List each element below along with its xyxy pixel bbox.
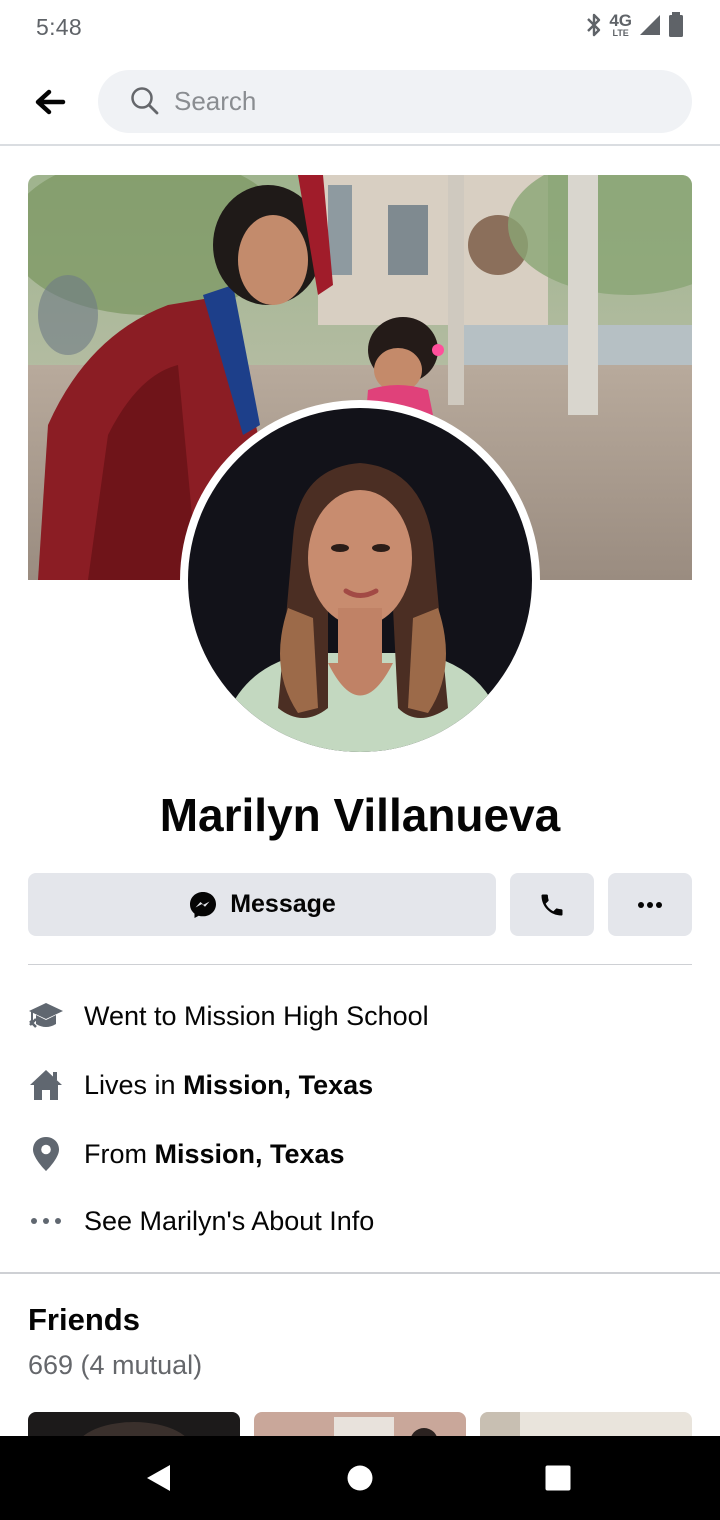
friends-title[interactable]: Friends <box>28 1302 140 1338</box>
search-input[interactable] <box>174 70 654 133</box>
phone-icon <box>541 894 563 915</box>
call-button[interactable] <box>510 873 594 936</box>
nav-back-button[interactable] <box>134 1454 182 1502</box>
profile-picture-image <box>188 408 532 752</box>
search-icon <box>131 87 159 115</box>
nav-home-button[interactable] <box>336 1454 384 1502</box>
message-button-label: Message <box>230 890 336 918</box>
signal-icon <box>640 15 660 35</box>
nav-recents-button[interactable] <box>534 1454 582 1502</box>
system-nav-bar <box>0 1436 720 1520</box>
about-info-link[interactable]: See Marilyn's About Info <box>84 1206 374 1237</box>
about-info-row[interactable]: See Marilyn's About Info <box>28 1201 692 1241</box>
search-bar[interactable] <box>98 70 692 133</box>
nav-recents-icon <box>545 1465 571 1491</box>
education-row: Went to Mission High School <box>28 996 692 1036</box>
lives-in-text: Lives in Mission, Texas <box>84 1070 373 1101</box>
network-sub-label: LTE <box>612 28 629 38</box>
graduation-cap-icon <box>28 998 64 1034</box>
education-text: Went to Mission High School <box>84 1000 429 1031</box>
from-place[interactable]: Mission, Texas <box>155 1139 345 1169</box>
lives-in-place[interactable]: Mission, Texas <box>183 1070 373 1100</box>
more-dots-icon <box>28 1203 64 1239</box>
location-pin-icon <box>28 1136 64 1172</box>
section-divider <box>0 1272 720 1274</box>
status-bar: 5:48 4G LTE <box>0 0 720 56</box>
from-prefix: From <box>84 1138 155 1169</box>
home-icon <box>28 1067 64 1103</box>
network-type-icon: 4G LTE <box>609 12 632 38</box>
more-options-button[interactable] <box>608 873 692 936</box>
top-bar <box>0 56 720 146</box>
message-button[interactable]: Message <box>28 873 496 936</box>
messenger-icon <box>190 891 217 918</box>
back-arrow-icon <box>35 89 66 115</box>
lives-in-row: Lives in Mission, Texas <box>28 1065 692 1105</box>
more-dots-icon <box>638 901 662 908</box>
lives-in-prefix: Lives in <box>84 1069 184 1100</box>
divider <box>28 964 692 965</box>
nav-home-icon <box>347 1465 373 1491</box>
status-time: 5:48 <box>36 14 82 40</box>
status-icons: 4G LTE <box>585 12 684 38</box>
from-text: From Mission, Texas <box>84 1139 345 1170</box>
nav-back-icon <box>147 1465 170 1491</box>
profile-name: Marilyn Villanueva <box>159 789 561 841</box>
bluetooth-icon <box>587 13 601 37</box>
friends-count: 669 (4 mutual) <box>28 1350 203 1380</box>
back-button[interactable] <box>28 80 72 124</box>
network-type-label: 4G <box>609 11 632 30</box>
from-row: From Mission, Texas <box>28 1134 692 1174</box>
profile-picture[interactable] <box>180 400 540 760</box>
profile-actions: Message <box>28 873 692 936</box>
battery-icon <box>669 12 683 37</box>
